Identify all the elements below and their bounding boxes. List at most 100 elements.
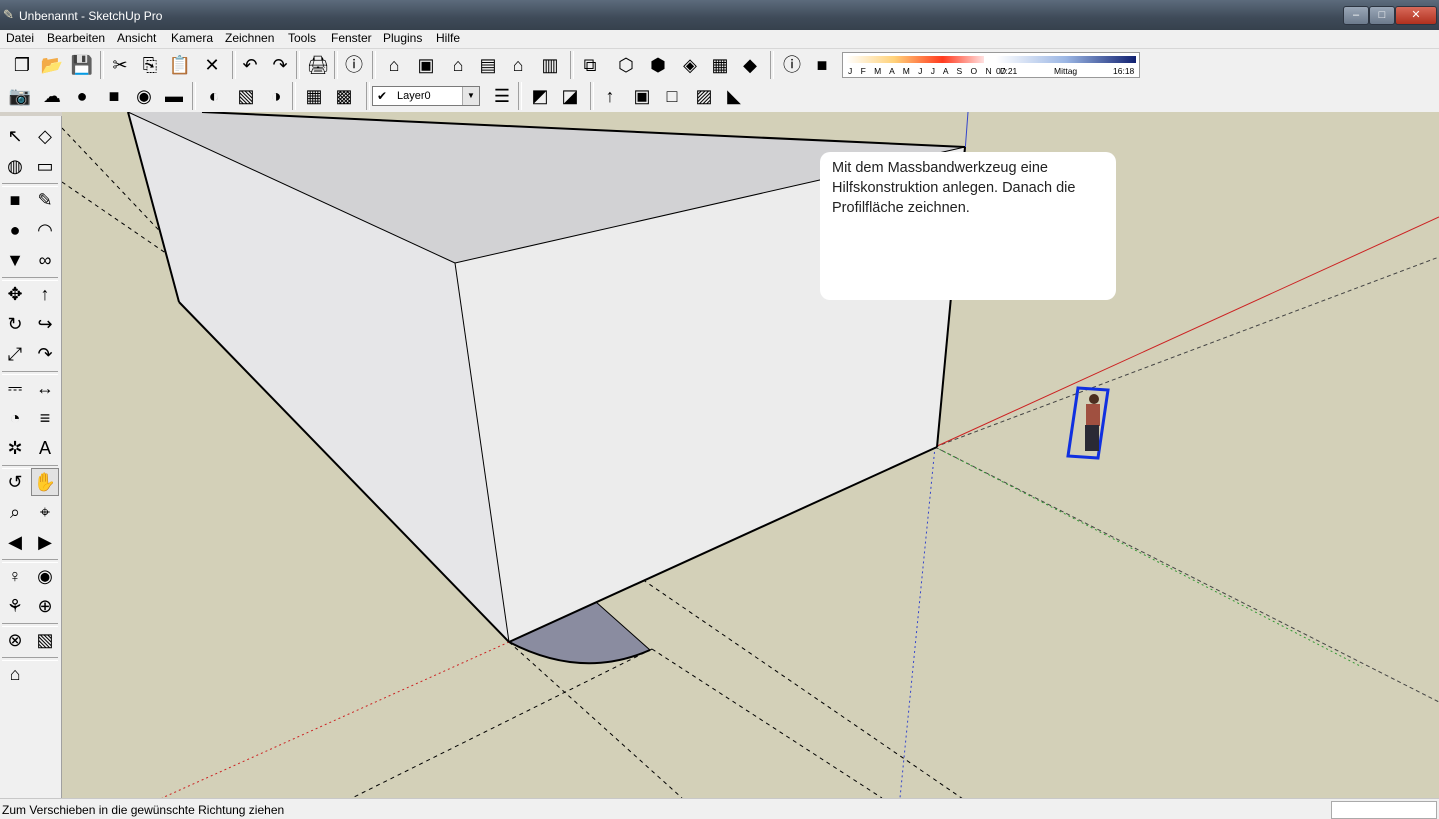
shadow-info-icon[interactable]: ⓘ xyxy=(778,51,806,79)
shaded-icon[interactable]: ◈ xyxy=(676,51,704,79)
new-file-icon[interactable]: ❐ xyxy=(8,51,36,79)
redo-icon[interactable]: ↷ xyxy=(266,51,294,79)
select-tool-icon[interactable]: ↖ xyxy=(1,122,29,150)
model-info-icon[interactable]: ⓘ xyxy=(340,51,368,79)
sky-icon[interactable]: ☁ xyxy=(38,82,66,110)
view-iso-icon[interactable]: ⌂ xyxy=(380,51,408,79)
protractor-tool-icon[interactable]: ◔ xyxy=(1,404,29,432)
view-right-icon[interactable]: ▤ xyxy=(474,51,502,79)
date-slider[interactable] xyxy=(846,56,984,63)
open-folder-icon[interactable]: 📂 xyxy=(38,51,66,79)
minimize-button[interactable]: – xyxy=(1343,6,1369,25)
camera-position-icon[interactable]: 📷 xyxy=(6,82,34,110)
cube-icon[interactable]: ■ xyxy=(100,82,128,110)
sandbox-contours-icon[interactable]: ◩ xyxy=(526,82,554,110)
circle-tool-icon[interactable]: ● xyxy=(1,216,29,244)
monochrome-icon[interactable]: ◆ xyxy=(736,51,764,79)
dimension-tool-icon[interactable]: ↔ xyxy=(31,374,59,402)
view-back-icon[interactable]: ⌂ xyxy=(504,51,532,79)
restore-button[interactable]: □ xyxy=(1369,6,1395,25)
walk-tool-icon[interactable]: ⚘ xyxy=(1,592,29,620)
xray-icon[interactable]: ⧉ xyxy=(576,51,604,79)
print-icon[interactable]: 🖨 xyxy=(304,51,332,79)
layer-manager-icon[interactable]: ☰ xyxy=(488,82,516,110)
position-camera-icon[interactable]: ♀ xyxy=(1,562,29,590)
cut-icon[interactable]: ✂ xyxy=(106,51,134,79)
share-component-icon[interactable]: ▩ xyxy=(330,82,358,110)
menu-hilfe[interactable]: Hilfe xyxy=(436,31,460,45)
arc-tool-icon[interactable]: ◠ xyxy=(31,216,59,244)
layer-dropdown[interactable]: ✔ Layer0 ▼ xyxy=(372,86,480,106)
section-cuts-icon[interactable]: ▧ xyxy=(31,626,59,654)
previous-view-icon[interactable]: ◀ xyxy=(1,528,29,556)
look-around-icon[interactable]: ◉ xyxy=(31,562,59,590)
follow-me-tool-icon[interactable]: ↪ xyxy=(31,310,59,338)
menu-datei[interactable]: Datei xyxy=(6,31,34,45)
menu-plugins[interactable]: Plugins xyxy=(383,31,422,45)
pan-tool-icon[interactable]: ✋ xyxy=(31,468,59,496)
measurements-box[interactable] xyxy=(1331,801,1437,819)
view-top-icon[interactable]: ▣ xyxy=(412,51,440,79)
close-button[interactable]: ✕ xyxy=(1395,6,1437,25)
google-earth-icon[interactable]: ◑ xyxy=(262,82,290,110)
zoom-tool-icon[interactable]: ⌕ xyxy=(1,498,29,526)
make-component-icon[interactable]: ◇ xyxy=(31,122,59,150)
view-left-icon[interactable]: ▥ xyxy=(536,51,564,79)
pencil-tool-icon[interactable]: ✎ xyxy=(31,186,59,214)
3d-text-tool-icon[interactable]: A xyxy=(31,434,59,462)
freehand-tool-icon[interactable]: ∞ xyxy=(31,246,59,274)
push-pull-tool-icon[interactable]: ↑ xyxy=(31,280,59,308)
menu-fenster[interactable]: Fenster xyxy=(331,31,372,45)
guide-line xyxy=(508,641,683,798)
shadow-toggle-icon[interactable]: ■ xyxy=(808,51,836,79)
toolbar-row-2: 📷 ☁ ● ■ ◉ ▬ ◐ ▧ ◑ ▦ ▩ ☰ ◩ ◪ ↑ ▣ □ ▨ ◣ xyxy=(0,81,1439,112)
globe-icon[interactable]: ◉ xyxy=(130,82,158,110)
menu-zeichnen[interactable]: Zeichnen xyxy=(225,31,274,45)
offset-tool-icon[interactable]: ↷ xyxy=(31,340,59,368)
polygon-tool-icon[interactable]: ▼ xyxy=(1,246,29,274)
rotate-tool-icon[interactable]: ↻ xyxy=(1,310,29,338)
eraser-tool-icon[interactable]: ▭ xyxy=(31,152,59,180)
paint-bucket-icon[interactable]: ◍ xyxy=(1,152,29,180)
components-icon[interactable]: ▦ xyxy=(300,82,328,110)
scale-figure[interactable] xyxy=(1066,386,1110,460)
erase-icon[interactable]: ✕ xyxy=(198,51,226,79)
zoom-extents-icon[interactable]: ▶ xyxy=(31,528,59,556)
menu-kamera[interactable]: Kamera xyxy=(171,31,213,45)
time-slider[interactable] xyxy=(996,56,1136,63)
view-front-icon[interactable]: ⌂ xyxy=(444,51,472,79)
section-plane-icon[interactable]: ⊕ xyxy=(31,592,59,620)
stamp-icon[interactable]: ▣ xyxy=(628,82,656,110)
flip-edge-icon[interactable]: ◣ xyxy=(720,82,748,110)
shaded-texture-icon[interactable]: ▦ xyxy=(706,51,734,79)
drape-icon[interactable]: □ xyxy=(658,82,686,110)
axes-tool-icon[interactable]: ✲ xyxy=(1,434,29,462)
toggle-terrain-icon[interactable]: ▧ xyxy=(232,82,260,110)
tape-measure-tool-icon[interactable]: ⎓ xyxy=(1,374,29,402)
chevron-down-icon[interactable]: ▼ xyxy=(462,87,479,105)
sandbox-scratch-icon[interactable]: ◪ xyxy=(556,82,584,110)
zoom-window-tool-icon[interactable]: ⌖ xyxy=(31,498,59,526)
menu-ansicht[interactable]: Ansicht xyxy=(117,31,156,45)
save-icon[interactable]: 💾 xyxy=(68,51,96,79)
rectangle-tool-icon[interactable]: ■ xyxy=(1,186,29,214)
add-detail-icon[interactable]: ▨ xyxy=(690,82,718,110)
paste-icon[interactable]: 📋 xyxy=(166,51,194,79)
book-icon[interactable]: ▬ xyxy=(160,82,188,110)
section-fill-icon[interactable]: ⌂ xyxy=(1,660,29,688)
sphere-icon[interactable]: ● xyxy=(68,82,96,110)
copy-icon[interactable]: ⎘ xyxy=(136,51,164,79)
menu-tools[interactable]: Tools xyxy=(288,31,316,45)
undo-icon[interactable]: ↶ xyxy=(236,51,264,79)
text-tool-icon[interactable]: ≡ xyxy=(31,404,59,432)
scale-tool-icon[interactable]: ⤢ xyxy=(1,340,29,368)
hidden-line-icon[interactable]: ⬢ xyxy=(644,51,672,79)
section-display-icon[interactable]: ⊗ xyxy=(1,626,29,654)
wireframe-icon[interactable]: ⬡ xyxy=(612,51,640,79)
model-viewport[interactable] xyxy=(62,112,1439,798)
smoove-icon[interactable]: ↑ xyxy=(596,82,624,110)
menu-bearbeiten[interactable]: Bearbeiten xyxy=(47,31,105,45)
orbit-tool-icon[interactable]: ↺ xyxy=(1,468,29,496)
get-location-icon[interactable]: ◐ xyxy=(200,82,228,110)
move-tool-icon[interactable]: ✥ xyxy=(1,280,29,308)
